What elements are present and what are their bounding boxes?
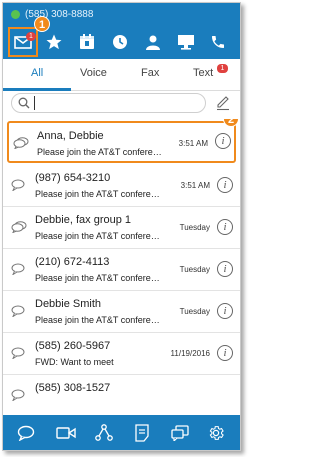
info-icon[interactable]: i [217, 177, 233, 193]
message-contact-name: (585) 260-5967 [35, 340, 111, 352]
message-row[interactable]: (210) 672-4113 Please join the AT&T conf… [3, 249, 240, 291]
message-preview: Please join the AT&T conference... [35, 189, 163, 199]
nav-calls-button[interactable] [203, 27, 233, 57]
messages-badge: 1 [26, 32, 36, 41]
group-chat-icon [13, 137, 29, 149]
message-preview: FWD: Want to meet [35, 357, 114, 367]
tab-all[interactable]: All [31, 67, 43, 79]
person-icon [146, 35, 160, 50]
message-contact-name: Debbie, fax group 1 [35, 214, 132, 226]
clock-icon [113, 35, 127, 49]
bottom-conversations-button[interactable] [169, 422, 191, 444]
message-row[interactable]: Debbie, fax group 1 Please join the AT&T… [3, 207, 240, 249]
message-time: Tuesday [179, 265, 210, 274]
chat-bubble-icon [17, 425, 35, 441]
search-icon [18, 97, 30, 109]
message-row[interactable]: Debbie Smith Please join the AT&T confer… [3, 291, 240, 333]
bottom-settings-button[interactable] [205, 422, 227, 444]
tab-fax[interactable]: Fax [141, 67, 159, 79]
callout-marker-1: 1 [34, 16, 50, 32]
message-time: Tuesday [179, 223, 210, 232]
notes-icon [135, 424, 149, 442]
message-contact-name: (987) 654-3210 [35, 172, 111, 184]
network-icon [95, 424, 113, 441]
search-box [11, 93, 206, 113]
message-row[interactable]: (585) 260-5967 FWD: Want to meet 11/19/2… [3, 333, 240, 375]
info-icon[interactable]: i [217, 303, 233, 319]
bottom-chat-button[interactable] [15, 422, 37, 444]
nav-desktop-button[interactable] [171, 27, 201, 57]
tab-text[interactable]: Text 1 [193, 64, 228, 79]
text-tab-badge: 1 [217, 64, 228, 73]
header: (585) 308-8888 1 1 [3, 3, 240, 59]
message-time: 11/19/2016 [170, 349, 210, 358]
info-icon[interactable]: i [217, 261, 233, 277]
presence-indicator [11, 9, 20, 19]
nav-history-button[interactable] [105, 27, 135, 57]
video-icon [56, 427, 76, 439]
status-row: (585) 308-8888 [11, 7, 93, 21]
bottom-video-button[interactable] [55, 422, 77, 444]
info-icon[interactable]: i [215, 133, 231, 149]
message-contact-name: (585) 308-1527 [35, 382, 111, 394]
chat-icon [11, 347, 25, 359]
message-contact-name: Anna, Debbie [37, 130, 104, 142]
message-row[interactable]: (585) 308-1527 [3, 375, 240, 413]
app-window: (585) 308-8888 1 1 All Voice Fax Text 1 … [2, 2, 241, 451]
message-row[interactable]: (987) 654-3210 Please join the AT&T conf… [3, 165, 240, 207]
bottom-notes-button[interactable] [131, 422, 153, 444]
calendar-icon [80, 34, 94, 49]
info-icon[interactable]: i [217, 345, 233, 361]
nav-calendar-button[interactable] [72, 27, 102, 57]
tab-text-label: Text [193, 67, 214, 79]
nav-contacts-button[interactable] [138, 27, 168, 57]
message-filter-tabs: All Voice Fax Text 1 [3, 61, 240, 91]
search-row [3, 91, 240, 117]
group-chat-icon [11, 221, 27, 233]
nav-messages-button[interactable]: 1 [8, 27, 38, 57]
message-time: 3:51 AM [180, 181, 210, 190]
star-icon [46, 34, 62, 50]
message-preview: Please join the AT&T conference... [35, 231, 163, 241]
bottom-toolbar [3, 415, 240, 450]
message-time: 3:51 AM [178, 139, 208, 148]
message-time: Tuesday [179, 307, 210, 316]
message-preview: Please join the AT&T conference... [35, 273, 163, 283]
tab-voice[interactable]: Voice [80, 67, 107, 79]
message-row[interactable]: Anna, Debbie Please join the AT&T confer… [7, 121, 236, 163]
message-contact-name: Debbie Smith [35, 298, 102, 310]
message-contact-name: (210) 672-4113 [35, 256, 110, 268]
phone-icon [212, 36, 224, 48]
chat-icon [11, 389, 25, 401]
message-preview: Please join the AT&T conference... [37, 147, 165, 157]
compose-pencil-icon[interactable] [215, 95, 231, 111]
chat-icon [11, 263, 25, 275]
conversations-icon [171, 425, 189, 441]
chat-icon [11, 179, 25, 191]
message-list: Anna, Debbie Please join the AT&T confer… [3, 119, 240, 413]
settings-icon [209, 426, 224, 440]
monitor-icon [178, 35, 194, 50]
bottom-network-button[interactable] [93, 422, 115, 444]
search-input[interactable] [34, 96, 199, 110]
chat-icon [11, 305, 25, 317]
info-icon[interactable]: i [217, 219, 233, 235]
message-preview: Please join the AT&T conference... [35, 315, 163, 325]
